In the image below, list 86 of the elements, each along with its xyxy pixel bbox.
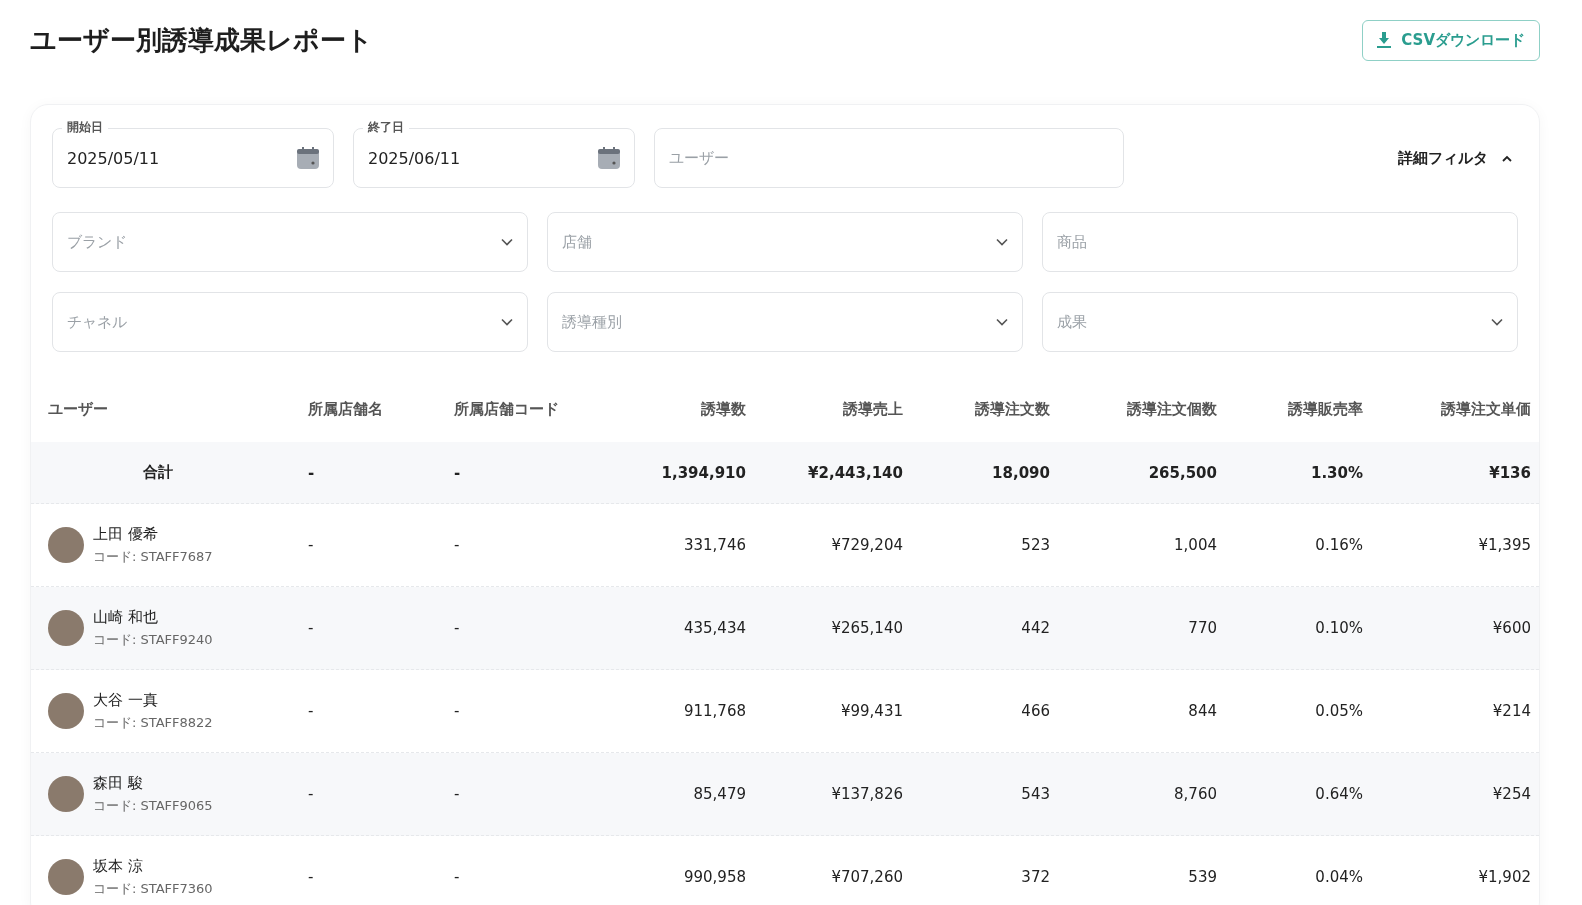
avatar [48, 610, 84, 646]
table-cell-text: - [308, 619, 315, 637]
column-header: 誘導注文単価 [1440, 399, 1531, 419]
table-cell-text: 1,004 [1173, 536, 1217, 554]
table-cell-text: - [308, 868, 315, 886]
user-name[interactable]: 大谷 一真 [93, 690, 213, 710]
column-header: 所属店舗名 [308, 399, 384, 419]
table-cell-text: 265,500 [1147, 463, 1217, 482]
chevron-down-icon [996, 318, 1008, 326]
table-cell-text: - [308, 785, 315, 803]
user-name[interactable]: 山崎 和也 [93, 607, 213, 627]
table-cell-text: 466 [1020, 702, 1050, 720]
user-name[interactable]: 上田 優希 [93, 524, 213, 544]
user-name[interactable]: 坂本 涼 [93, 856, 213, 876]
table-cell-text: 844 [1187, 702, 1217, 720]
table-cell-text: 85,479 [692, 785, 746, 803]
table-cell-text: 0.16% [1314, 536, 1363, 554]
table-cell-text: 0.10% [1314, 619, 1363, 637]
table-cell-text: 0.04% [1314, 868, 1363, 886]
table-cell-text: - [454, 536, 461, 554]
table-cell-text: ¥707,260 [830, 868, 903, 886]
user-code: コード: STAFF9240 [93, 630, 213, 649]
avatar [48, 776, 84, 812]
table-cell-text: ¥254 [1491, 785, 1531, 803]
table-cell-text: - [454, 702, 461, 720]
calendar-icon [598, 147, 620, 169]
total-label: 合計 [142, 463, 174, 482]
table-cell-text: - [454, 785, 461, 803]
user-code: コード: STAFF7687 [93, 547, 213, 566]
table-cell-text: 0.64% [1314, 785, 1363, 803]
download-icon [1377, 32, 1392, 48]
table-cell-text: ¥136 [1488, 463, 1531, 482]
table-cell-text: ¥99,431 [839, 702, 903, 720]
table-cell-text: 543 [1020, 785, 1050, 803]
column-header: 誘導注文個数 [1126, 399, 1217, 419]
table-cell-text: 435,434 [682, 619, 746, 637]
column-header: 誘導販売率 [1287, 399, 1363, 419]
user-name[interactable]: 森田 駿 [93, 773, 213, 793]
table-cell-text: 990,958 [682, 868, 746, 886]
table-cell-text: - [308, 702, 315, 720]
page-title: ユーザー別誘導成果レポート [30, 23, 373, 57]
table-cell-text: - [454, 463, 462, 482]
table-cell-text: ¥137,826 [830, 785, 903, 803]
chevron-down-icon [1491, 318, 1503, 326]
user-code: コード: STAFF7360 [93, 879, 213, 898]
column-header: 誘導注文数 [974, 399, 1050, 419]
avatar [48, 859, 84, 895]
table-cell-text: ¥600 [1491, 619, 1531, 637]
column-header: ユーザー [48, 399, 109, 419]
column-header: 誘導売上 [842, 399, 903, 419]
chevron-up-icon [1502, 154, 1512, 162]
table-cell-text: ¥1,902 [1477, 868, 1531, 886]
user-code: コード: STAFF8822 [93, 713, 213, 732]
table-cell-text: 0.05% [1314, 702, 1363, 720]
table-cell-text: 331,746 [682, 536, 746, 554]
user-code: コード: STAFF9065 [93, 796, 213, 815]
table-cell-text: - [308, 536, 315, 554]
table-cell-text: 1.30% [1309, 463, 1363, 482]
avatar [48, 527, 84, 563]
table-cell-text: 18,090 [991, 463, 1050, 482]
table-cell-text: 523 [1020, 536, 1050, 554]
table-cell-text: ¥729,204 [830, 536, 903, 554]
detail-filter-toggle[interactable]: 詳細フィルタ [1392, 148, 1518, 168]
table-cell-text: 372 [1020, 868, 1050, 886]
table-cell-text: 539 [1187, 868, 1217, 886]
table-cell-text: - [454, 868, 461, 886]
field-label: 終了日 [363, 119, 409, 136]
table-cell-text: ¥265,140 [830, 619, 903, 637]
table-cell-text: 770 [1187, 619, 1217, 637]
table-cell-text: 911,768 [682, 702, 746, 720]
chevron-down-icon [501, 318, 513, 326]
field-label: 開始日 [62, 119, 108, 136]
chevron-down-icon [996, 238, 1008, 246]
chevron-down-icon [501, 238, 513, 246]
avatar [48, 693, 84, 729]
table-cell-text: - [308, 463, 316, 482]
table-cell-text: 1,394,910 [660, 463, 746, 482]
table-cell-text: 8,760 [1173, 785, 1217, 803]
table-cell-text: - [454, 619, 461, 637]
table-cell-text: 442 [1020, 619, 1050, 637]
calendar-icon [297, 147, 319, 169]
table-cell-text: ¥2,443,140 [807, 463, 903, 482]
table-cell-text: ¥1,395 [1477, 536, 1531, 554]
column-header: 所属店舗コード [454, 399, 560, 419]
column-header: 誘導数 [700, 399, 746, 419]
table-cell-text: ¥214 [1491, 702, 1531, 720]
